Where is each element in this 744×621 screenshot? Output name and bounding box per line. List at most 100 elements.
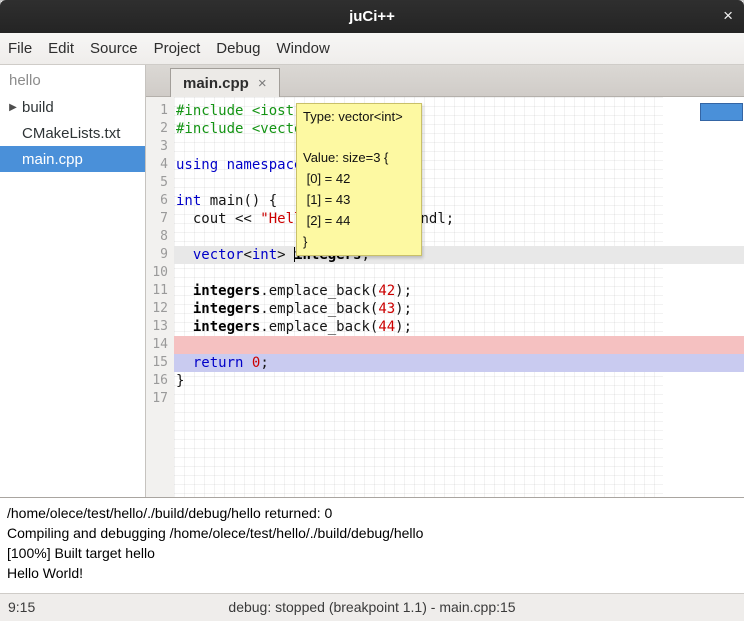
line-number[interactable]: 7: [146, 210, 174, 228]
close-icon[interactable]: ×: [723, 0, 733, 33]
code-token: [176, 301, 193, 317]
code-line-10[interactable]: [174, 264, 744, 282]
line-number[interactable]: 14: [146, 336, 174, 354]
output-line: Compiling and debugging /home/olece/test…: [7, 523, 737, 543]
menu-debug[interactable]: Debug: [208, 33, 268, 64]
tooltip-value-line: [2] = 44: [303, 210, 415, 231]
tooltip-value-line: [0] = 42: [303, 168, 415, 189]
code-token: [176, 247, 193, 263]
output-panel: /home/olece/test/hello/./build/debug/hel…: [0, 497, 744, 593]
code-line-6[interactable]: int main() {: [174, 192, 744, 210]
code-token: cout <<: [176, 211, 260, 227]
line-number[interactable]: 12: [146, 300, 174, 318]
code-line-4[interactable]: using namespace std;: [174, 156, 744, 174]
tab-close-icon[interactable]: ×: [258, 75, 267, 92]
code-token: .emplace_back(: [260, 301, 378, 317]
file-tree: ▶build CMakeLists.txt main.cpp: [0, 94, 145, 172]
window-title: juCi++: [0, 0, 744, 33]
menu-project[interactable]: Project: [146, 33, 209, 64]
scrollbar-thumb[interactable]: [700, 103, 743, 121]
code-line-16[interactable]: }: [174, 372, 744, 390]
code-token: [243, 355, 251, 371]
code-line-5[interactable]: [174, 174, 744, 192]
line-number[interactable]: 16: [146, 372, 174, 390]
editor[interactable]: 1234567891011121314151617 #include <iost…: [146, 97, 744, 497]
line-number[interactable]: 8: [146, 228, 174, 246]
sidebar-item-cmakelists-txt[interactable]: CMakeLists.txt: [0, 120, 145, 146]
code-token: [176, 319, 193, 335]
code-token: );: [395, 301, 412, 317]
line-number[interactable]: 6: [146, 192, 174, 210]
code-line-9[interactable]: vector<int> integers;: [174, 246, 744, 264]
code-token: integers: [193, 301, 260, 317]
line-number[interactable]: 1: [146, 102, 174, 120]
line-number[interactable]: 2: [146, 120, 174, 138]
code-line-12[interactable]: integers.emplace_back(43);: [174, 300, 744, 318]
code-token: 43: [378, 301, 395, 317]
code-token: return: [193, 355, 244, 371]
menu-window[interactable]: Window: [268, 33, 337, 64]
code-token: );: [395, 283, 412, 299]
code-line-7[interactable]: cout << "Hello World!" << endl;: [174, 210, 744, 228]
code-line-17[interactable]: [174, 390, 744, 408]
code-token: [176, 283, 193, 299]
code-line-14[interactable]: [174, 336, 744, 354]
code-token: .emplace_back(: [260, 319, 378, 335]
code-token: vector: [193, 247, 244, 263]
debug-value-tooltip: Type: vector<int> Value: size=3 { [0] = …: [296, 103, 422, 256]
project-name: hello: [0, 65, 145, 94]
line-number[interactable]: 17: [146, 390, 174, 408]
line-number[interactable]: 10: [146, 264, 174, 282]
code-token: int: [176, 193, 201, 209]
line-number[interactable]: 13: [146, 318, 174, 336]
code-line-13[interactable]: integers.emplace_back(44);: [174, 318, 744, 336]
code-line-1[interactable]: #include <iostream>: [174, 102, 744, 120]
code-line-2[interactable]: #include <vector>: [174, 120, 744, 138]
tab-bar: main.cpp ×: [146, 65, 744, 97]
line-number[interactable]: 15: [146, 354, 174, 372]
line-number[interactable]: 3: [146, 138, 174, 156]
code-token: <: [243, 247, 251, 263]
sidebar-item-build[interactable]: ▶build: [0, 94, 145, 120]
line-number[interactable]: 4: [146, 156, 174, 174]
line-number-gutter[interactable]: 1234567891011121314151617: [146, 97, 174, 497]
menu-source[interactable]: Source: [82, 33, 146, 64]
code-token: [176, 355, 193, 371]
menubar: FileEditSourceProjectDebugWindow: [0, 33, 744, 65]
output-line: /home/olece/test/hello/./build/debug/hel…: [7, 503, 737, 523]
code-token: >: [277, 247, 294, 263]
menu-edit[interactable]: Edit: [40, 33, 82, 64]
app-window: juCi++ × FileEditSourceProjectDebugWindo…: [0, 0, 744, 621]
code-line-3[interactable]: [174, 138, 744, 156]
tooltip-value-line: [1] = 43: [303, 189, 415, 210]
titlebar: juCi++ ×: [0, 0, 744, 33]
sidebar-item-main-cpp[interactable]: main.cpp: [0, 146, 145, 172]
code-area[interactable]: #include <iostream>#include <vector> usin…: [174, 97, 744, 497]
menu-file[interactable]: File: [0, 33, 40, 64]
line-number[interactable]: 11: [146, 282, 174, 300]
code-token: 44: [378, 319, 395, 335]
status-bar: 9:15 debug: stopped (breakpoint 1.1) - m…: [0, 593, 744, 621]
expander-icon[interactable]: ▶: [4, 102, 22, 113]
code-line-8[interactable]: [174, 228, 744, 246]
code-token: using namespace: [176, 157, 302, 173]
output-line: [100%] Built target hello: [7, 543, 737, 563]
code-token: .emplace_back(: [260, 283, 378, 299]
tooltip-type-line: Type: vector<int>: [303, 107, 415, 127]
tab-main-cpp[interactable]: main.cpp ×: [170, 68, 280, 97]
code-token: }: [176, 373, 184, 389]
code-token: int: [252, 247, 277, 263]
tree-item-label: CMakeLists.txt: [22, 125, 120, 142]
sidebar: hello ▶build CMakeLists.txt main.cpp: [0, 65, 146, 497]
tooltip-value-line: }: [303, 231, 415, 252]
line-number[interactable]: 9: [146, 246, 174, 264]
line-number[interactable]: 5: [146, 174, 174, 192]
output-line: Hello World!: [7, 563, 737, 583]
code-token: 42: [378, 283, 395, 299]
code-line-11[interactable]: integers.emplace_back(42);: [174, 282, 744, 300]
tooltip-values: Value: size=3 { [0] = 42 [1] = 43 [2] = …: [303, 147, 415, 252]
code-token: integers: [193, 319, 260, 335]
tree-item-label: build: [22, 99, 54, 116]
code-line-15[interactable]: return 0;: [174, 354, 744, 372]
code-token: );: [395, 319, 412, 335]
